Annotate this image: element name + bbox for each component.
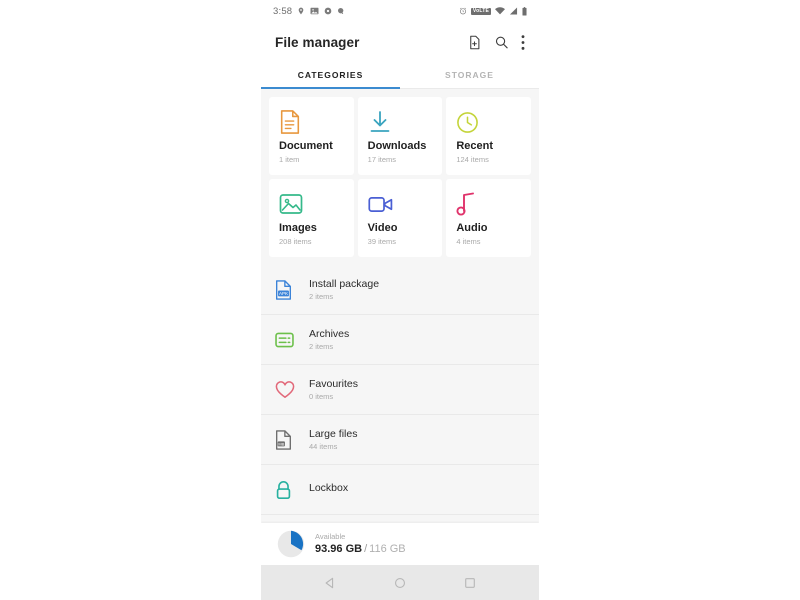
storage-summary-bar[interactable]: Available 93.96 GB/116 GB (261, 523, 539, 565)
status-bar-left: 3:58 (273, 6, 345, 17)
apk-icon: APK (275, 279, 301, 300)
back-icon[interactable] (324, 577, 336, 589)
svg-text:MB: MB (278, 441, 284, 446)
app-bar: File manager (261, 22, 539, 62)
category-title: Recent (456, 140, 494, 152)
category-count: 4 items (456, 237, 481, 246)
tab-categories-label: CATEGORIES (297, 70, 364, 80)
category-count: 17 items (367, 155, 397, 164)
category-title: Document (279, 140, 333, 152)
category-count: 1 item (279, 155, 300, 164)
settings-gear-icon (324, 7, 332, 15)
audio-icon (456, 191, 521, 217)
clock-icon (456, 109, 521, 135)
list-item-favourites[interactable]: Favourites 0 items (261, 365, 539, 415)
list-item-count: 2 items (309, 342, 334, 352)
status-bar: 3:58 VoLTE (261, 0, 539, 22)
image-icon (279, 191, 344, 217)
category-card-images[interactable]: Images 208 items (269, 179, 354, 257)
list-item-lockbox[interactable]: Lockbox (261, 465, 539, 515)
list-item-count: 44 items (309, 442, 338, 452)
wifi-icon (495, 7, 505, 15)
document-icon (279, 109, 344, 135)
storage-separator: / (364, 543, 368, 556)
signal-icon (509, 7, 518, 15)
home-icon[interactable] (394, 577, 406, 589)
tab-categories[interactable]: CATEGORIES (261, 62, 400, 89)
volte-icon: VoLTE (470, 7, 491, 15)
large-file-icon: MB (275, 429, 301, 450)
location-icon (297, 7, 305, 15)
list-item-large-files[interactable]: MB Large files 44 items (261, 415, 539, 465)
list-item-archives[interactable]: Archives 2 items (261, 315, 539, 365)
list-item-title: Archives (309, 328, 350, 341)
phone-screen: 3:58 VoLTE File manager CATEGORIES STORA… (261, 0, 539, 600)
photo-icon (310, 7, 319, 15)
content-area[interactable]: Document 1 item Downloads 17 items Recen… (261, 89, 539, 523)
lock-icon (275, 480, 301, 500)
category-card-document[interactable]: Document 1 item (269, 97, 354, 175)
category-count: 208 items (279, 237, 312, 246)
search-icon[interactable] (494, 35, 509, 50)
android-navigation-bar (261, 565, 539, 600)
archive-icon (275, 332, 301, 348)
battery-icon (522, 6, 527, 16)
page-title: File manager (275, 34, 360, 50)
storage-text: Available 93.96 GB/116 GB (315, 533, 406, 556)
download-icon (368, 109, 433, 135)
list-item-title: Large files (309, 428, 358, 441)
recents-icon[interactable] (464, 577, 476, 589)
list-item-title: Install package (309, 278, 380, 291)
video-icon (368, 191, 433, 217)
storage-used-value: 93.96 GB (315, 543, 363, 556)
list-item-count: 0 items (309, 392, 334, 402)
more-options-icon[interactable] (521, 34, 525, 50)
tab-storage-label: STORAGE (445, 70, 494, 80)
tab-storage[interactable]: STORAGE (400, 62, 539, 88)
storage-pie-chart (277, 530, 305, 558)
add-file-icon[interactable] (467, 35, 482, 50)
search-circle-icon (337, 7, 345, 15)
list-item-text: Lockbox (309, 482, 348, 497)
category-count: 124 items (456, 155, 489, 164)
category-card-downloads[interactable]: Downloads 17 items (357, 97, 443, 175)
category-title: Video (367, 222, 398, 234)
list-item-count: 2 items (309, 292, 334, 302)
list-item-title: Favourites (309, 378, 359, 391)
category-card-video[interactable]: Video 39 items (357, 179, 443, 257)
screenshot-root: 3:58 VoLTE File manager CATEGORIES STORA… (0, 0, 800, 600)
category-grid: Document 1 item Downloads 17 items Recen… (261, 89, 539, 257)
status-time: 3:58 (273, 5, 293, 17)
category-title: Downloads (367, 140, 427, 152)
status-bar-right: VoLTE (459, 6, 527, 16)
category-card-recent[interactable]: Recent 124 items (446, 97, 531, 175)
storage-values: 93.96 GB/116 GB (315, 544, 406, 555)
heart-icon (275, 380, 301, 399)
list-item-text: Large files 44 items (309, 428, 357, 451)
app-bar-actions (467, 34, 525, 50)
category-card-audio[interactable]: Audio 4 items (446, 179, 531, 257)
storage-total-value: 116 GB (369, 543, 406, 556)
list-item-install-package[interactable]: APK Install package 2 items (261, 265, 539, 315)
list-item-text: Archives 2 items (309, 328, 349, 351)
category-title: Audio (456, 222, 488, 234)
category-list: APK Install package 2 items Archives 2 i… (261, 265, 539, 515)
category-count: 39 items (367, 237, 397, 246)
list-item-text: Favourites 0 items (309, 378, 358, 401)
tab-bar: CATEGORIES STORAGE (261, 62, 539, 89)
svg-text:APK: APK (279, 291, 288, 296)
storage-available-label: Available (315, 531, 346, 541)
list-item-title: Lockbox (309, 481, 349, 494)
category-title: Images (279, 222, 317, 234)
alarm-icon (459, 7, 467, 15)
list-item-text: Install package 2 items (309, 278, 379, 301)
